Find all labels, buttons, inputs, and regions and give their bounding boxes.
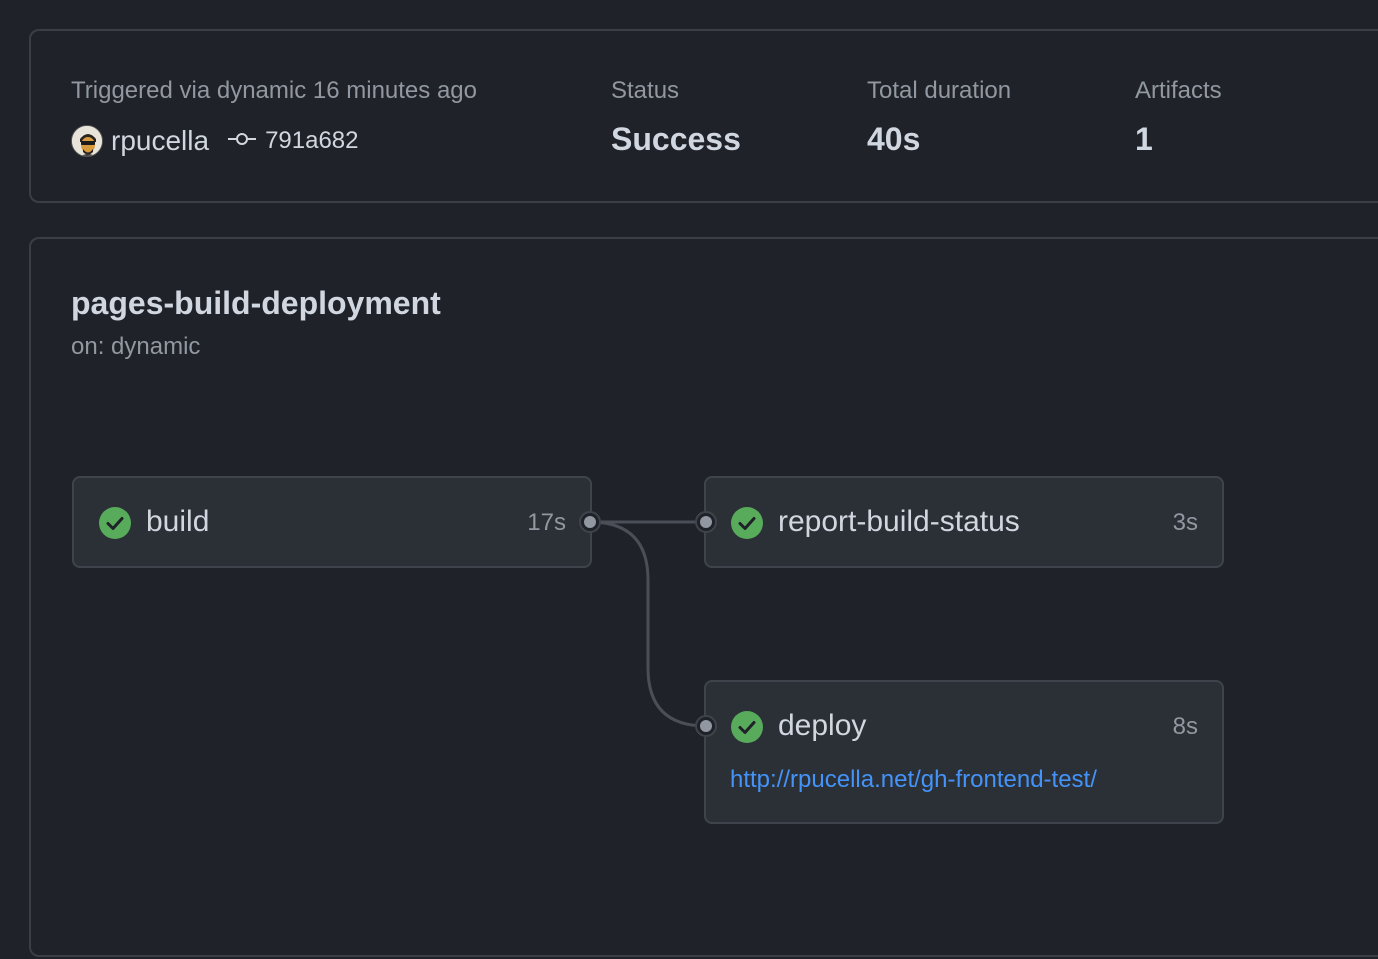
report-input-dot bbox=[700, 516, 712, 528]
run-summary: Triggered via dynamic 16 minutes ago rpu… bbox=[29, 29, 1378, 203]
git-commit-icon bbox=[227, 129, 257, 154]
trigger-text: Triggered via dynamic 16 minutes ago bbox=[71, 77, 477, 104]
job-connector-dots bbox=[579, 511, 717, 737]
actor-name[interactable]: rpucella bbox=[111, 125, 209, 157]
duration-label: Total duration bbox=[867, 77, 1012, 104]
commit-sha-link[interactable]: 791a682 bbox=[265, 127, 358, 155]
actor-avatar[interactable] bbox=[71, 125, 103, 157]
status-label: Status bbox=[611, 77, 680, 104]
duration-value: 40s bbox=[867, 121, 921, 157]
actor-info: rpucella 791a682 bbox=[71, 125, 359, 157]
build-output-dot bbox=[584, 516, 596, 528]
artifacts-count[interactable]: 1 bbox=[1135, 121, 1153, 158]
status-value: Success bbox=[611, 121, 741, 157]
deploy-input-dot bbox=[700, 720, 712, 732]
workflow-graph: pages-build-deployment on: dynamic build… bbox=[29, 237, 1378, 957]
artifacts-label: Artifacts bbox=[1135, 77, 1222, 104]
